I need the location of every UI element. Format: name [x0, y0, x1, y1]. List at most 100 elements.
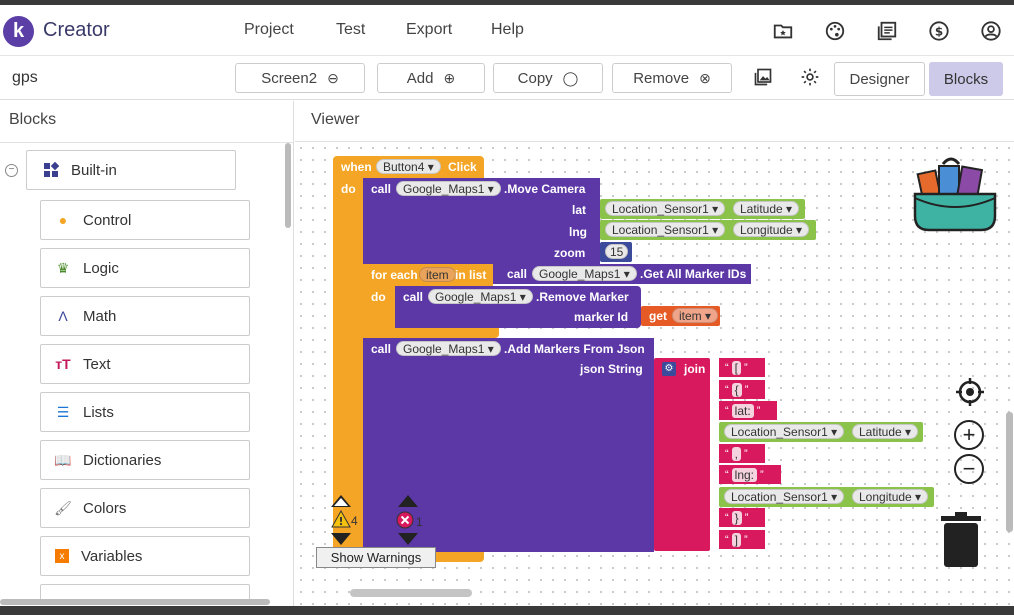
- remove-screen-button[interactable]: Remove ⊗: [612, 63, 732, 93]
- join-mutator-gear-icon[interactable]: ⚙: [662, 362, 676, 376]
- blocks-panel-horizontal-scrollbar[interactable]: [0, 599, 270, 605]
- in-list-label: in list: [455, 268, 487, 282]
- designer-toggle[interactable]: Designer: [834, 62, 925, 96]
- menu-help[interactable]: Help: [491, 21, 524, 39]
- string-open-bracket[interactable]: “[”: [719, 358, 765, 377]
- show-warnings-button[interactable]: Show Warnings: [316, 547, 436, 568]
- builtin-tree-node[interactable]: Built-in: [26, 150, 236, 190]
- join-latitude-block[interactable]: Location_Sensor1 ▾ Latitude ▾: [719, 422, 923, 442]
- category-text[interactable]: тT Text: [40, 344, 250, 384]
- category-control[interactable]: ● Control: [40, 200, 250, 240]
- menu-test[interactable]: Test: [336, 21, 365, 39]
- latitude-name: Latitude: [859, 425, 902, 439]
- string-lat-key[interactable]: “lat:”: [719, 401, 777, 420]
- click-label: Click: [448, 160, 477, 174]
- category-variables[interactable]: x Variables: [40, 536, 250, 576]
- chevron-down-circle-icon: ⊖: [327, 69, 339, 86]
- move-camera-label: .Move Camera: [504, 182, 586, 196]
- blocks-workspace[interactable]: when Button4 ▾ Click do call Google_Maps…: [295, 142, 1014, 606]
- screen-select-button[interactable]: Screen2 ⊖: [235, 63, 365, 93]
- trash-icon[interactable]: [939, 512, 983, 568]
- string-comma[interactable]: “,”: [719, 444, 765, 463]
- collapse-icon[interactable]: −: [5, 164, 18, 177]
- maps-component-dropdown[interactable]: Google_Maps1 ▾: [396, 341, 501, 356]
- dollar-icon[interactable]: $: [928, 20, 950, 42]
- when-click-event-block[interactable]: when Button4 ▾ Click: [333, 156, 484, 178]
- folder-star-icon[interactable]: [772, 20, 794, 42]
- join-block[interactable]: ⚙ join: [654, 358, 710, 551]
- string-close-brace[interactable]: “}”: [719, 508, 765, 527]
- location-sensor-dropdown[interactable]: Location_Sensor1 ▾: [724, 489, 845, 504]
- account-icon[interactable]: [980, 20, 1002, 42]
- zoom-out-icon[interactable]: −: [954, 454, 984, 484]
- longitude-property-dropdown[interactable]: Longitude ▾: [852, 489, 929, 504]
- zoom-number-block[interactable]: 15: [600, 242, 632, 262]
- do-label: do: [341, 182, 356, 196]
- latitude-name: Latitude: [740, 202, 783, 216]
- palette-icon[interactable]: [824, 20, 846, 42]
- location-sensor-dropdown[interactable]: Location_Sensor1 ▾: [724, 424, 845, 439]
- join-longitude-block[interactable]: Location_Sensor1 ▾ Longitude ▾: [719, 487, 934, 507]
- category-dictionaries[interactable]: 📖 Dictionaries: [40, 440, 250, 480]
- marker-id-label: marker Id: [574, 310, 629, 324]
- string-lng-key[interactable]: “lng:”: [719, 465, 781, 484]
- add-screen-button[interactable]: Add ⊕: [377, 63, 485, 93]
- svg-text:$: $: [935, 25, 943, 39]
- location-latitude-block[interactable]: Location_Sensor1 ▾ Latitude ▾: [600, 199, 805, 219]
- blocks-panel-vertical-scrollbar[interactable]: [285, 143, 291, 228]
- location-sensor-dropdown[interactable]: Location_Sensor1 ▾: [605, 201, 726, 216]
- button-component-dropdown[interactable]: Button4 ▾: [376, 159, 441, 174]
- string-close-bracket[interactable]: “]”: [719, 530, 765, 549]
- string-value[interactable]: lat:: [731, 403, 754, 418]
- workspace-horizontal-scrollbar[interactable]: [350, 589, 472, 597]
- backpack-icon[interactable]: [909, 154, 1001, 234]
- string-value[interactable]: lng:: [731, 467, 758, 482]
- recenter-icon[interactable]: [955, 377, 985, 407]
- error-prev-arrow-icon[interactable]: [398, 495, 418, 507]
- category-math[interactable]: Λ Math: [40, 296, 250, 336]
- warning-next-arrow-icon[interactable]: [331, 533, 351, 545]
- library-icon[interactable]: [876, 20, 898, 42]
- when-label: when: [341, 160, 372, 174]
- menu-project[interactable]: Project: [244, 21, 294, 39]
- location-sensor-dropdown[interactable]: Location_Sensor1 ▾: [605, 222, 726, 237]
- lng-label: lng: [569, 225, 587, 239]
- category-label: Math: [83, 307, 117, 325]
- category-colors[interactable]: 🖌 Colors: [40, 488, 250, 528]
- string-value[interactable]: {: [731, 382, 742, 397]
- blocks-toggle[interactable]: Blocks: [929, 62, 1003, 96]
- item-variable-field[interactable]: item: [419, 267, 456, 282]
- builtin-label: Built-in: [71, 161, 117, 179]
- maps-component-dropdown[interactable]: Google_Maps1 ▾: [532, 266, 637, 281]
- copy-screen-button[interactable]: Copy ◯: [493, 63, 603, 93]
- string-open-brace[interactable]: “{”: [719, 380, 765, 399]
- app-logo[interactable]: k: [3, 16, 34, 47]
- category-lists[interactable]: ☰ Lists: [40, 392, 250, 432]
- get-item-block[interactable]: get item ▾: [641, 306, 720, 326]
- string-value[interactable]: }: [731, 510, 742, 525]
- error-next-arrow-icon[interactable]: [398, 533, 418, 545]
- gallery-icon[interactable]: [753, 67, 773, 87]
- string-value[interactable]: ]: [731, 532, 742, 547]
- for-each-block[interactable]: for each item in list: [363, 264, 493, 286]
- string-value[interactable]: ,: [731, 446, 742, 461]
- category-logic[interactable]: ♛ Logic: [40, 248, 250, 288]
- latitude-property-dropdown[interactable]: Latitude ▾: [733, 201, 800, 216]
- get-all-marker-ids-block[interactable]: call Google_Maps1 ▾ .Get All Marker IDs: [493, 264, 751, 284]
- zoom-value[interactable]: 15: [605, 244, 629, 259]
- menu-export[interactable]: Export: [406, 21, 452, 39]
- latitude-property-dropdown[interactable]: Latitude ▾: [852, 424, 919, 439]
- maps-name: Google_Maps1: [435, 290, 517, 304]
- move-camera-block[interactable]: call Google_Maps1 ▾ .Move Camera lat lng…: [363, 178, 600, 264]
- gear-icon[interactable]: [800, 67, 820, 87]
- maps-component-dropdown[interactable]: Google_Maps1 ▾: [396, 181, 501, 196]
- maps-component-dropdown[interactable]: Google_Maps1 ▾: [428, 289, 533, 304]
- string-value[interactable]: [: [731, 360, 742, 375]
- longitude-property-dropdown[interactable]: Longitude ▾: [733, 222, 810, 237]
- workspace-vertical-scrollbar[interactable]: [1006, 412, 1013, 532]
- get-item-dropdown[interactable]: item ▾: [672, 308, 719, 323]
- location-longitude-block[interactable]: Location_Sensor1 ▾ Longitude ▾: [600, 220, 816, 240]
- remove-marker-block[interactable]: call Google_Maps1 ▾ .Remove Marker marke…: [395, 286, 641, 328]
- zoom-in-icon[interactable]: +: [954, 420, 984, 450]
- get-all-marker-ids-label: .Get All Marker IDs: [640, 267, 747, 281]
